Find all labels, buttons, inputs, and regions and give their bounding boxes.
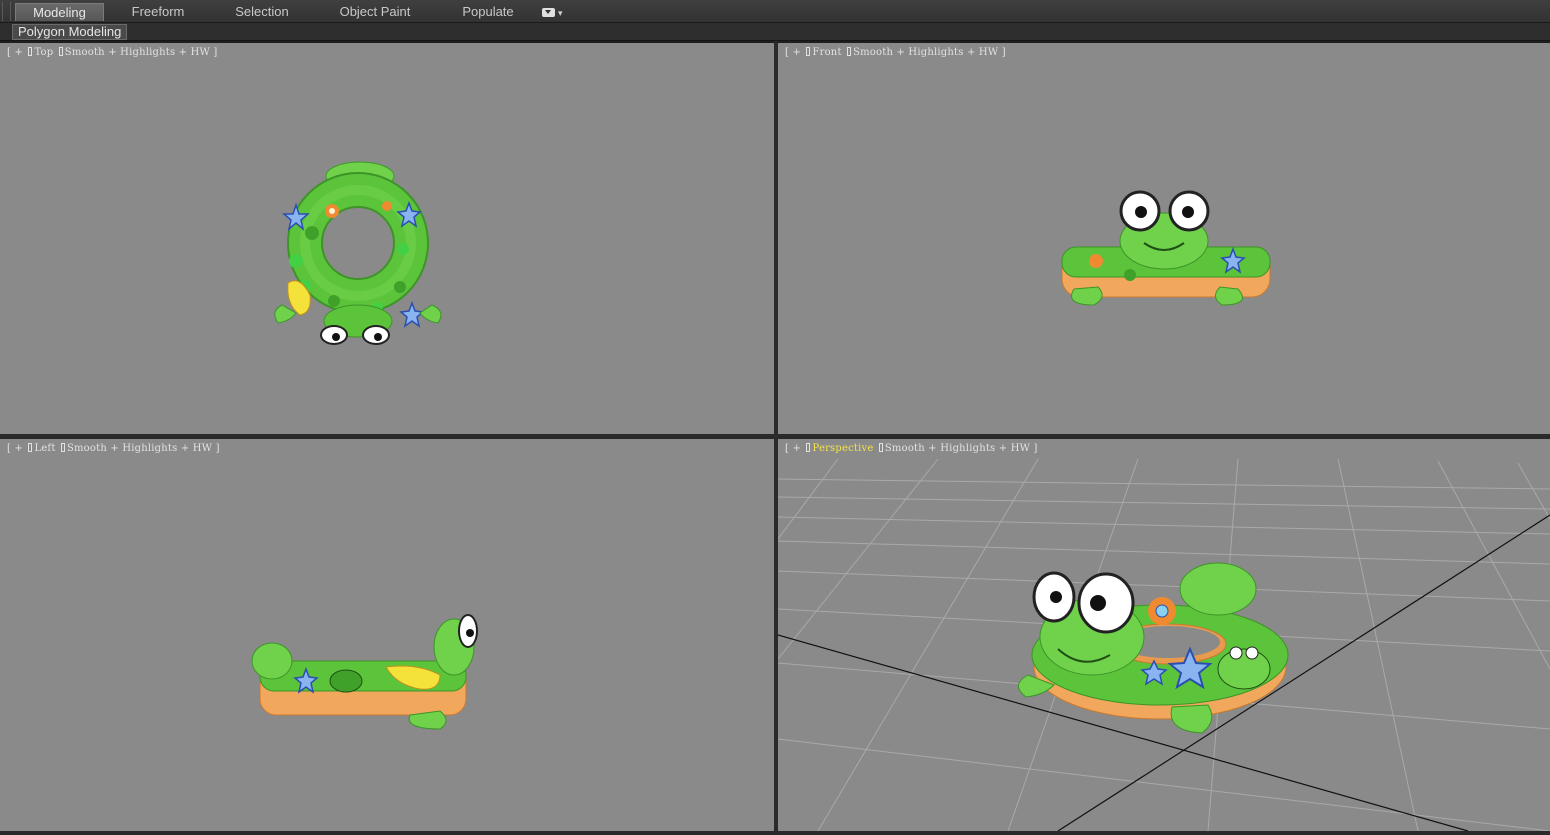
tab-freeform[interactable]: Freeform <box>118 3 198 21</box>
chevron-down-icon <box>542 8 555 18</box>
frog-float-left-view <box>251 614 478 730</box>
frog-float-top-view <box>274 161 442 345</box>
ribbon-grip-handle[interactable] <box>2 2 11 21</box>
polygon-modeling-panel-button[interactable]: Polygon Modeling <box>12 24 128 40</box>
ribbon-panel: Polygon Modeling <box>0 23 1550 41</box>
tab-object-paint[interactable]: Object Paint <box>330 3 420 21</box>
tab-modeling[interactable]: Modeling <box>15 3 104 21</box>
ribbon-options-dropdown[interactable]: ▾ <box>542 5 572 19</box>
frog-float-front-view <box>1061 190 1271 306</box>
ribbon-tab-bar: Modeling Freeform Selection Object Paint… <box>0 0 1550 23</box>
viewport-bottom-border <box>0 831 1550 835</box>
tab-populate[interactable]: Populate <box>450 3 526 21</box>
frog-float-perspective <box>1018 562 1289 734</box>
dropdown-arrow-icon: ▾ <box>558 7 563 18</box>
viewport-left[interactable]: [ + Left Smooth + Highlights + HW ] <box>0 439 774 831</box>
viewport-top[interactable]: [ + Top Smooth + Highlights + HW ] <box>0 43 774 434</box>
viewport-front[interactable]: [ + Front Smooth + Highlights + HW ] <box>778 43 1550 434</box>
perspective-grid-and-frog <box>778 458 1550 831</box>
viewport-perspective[interactable]: [ + Perspective Smooth + Highlights + HW… <box>778 439 1550 831</box>
tab-selection[interactable]: Selection <box>222 3 302 21</box>
